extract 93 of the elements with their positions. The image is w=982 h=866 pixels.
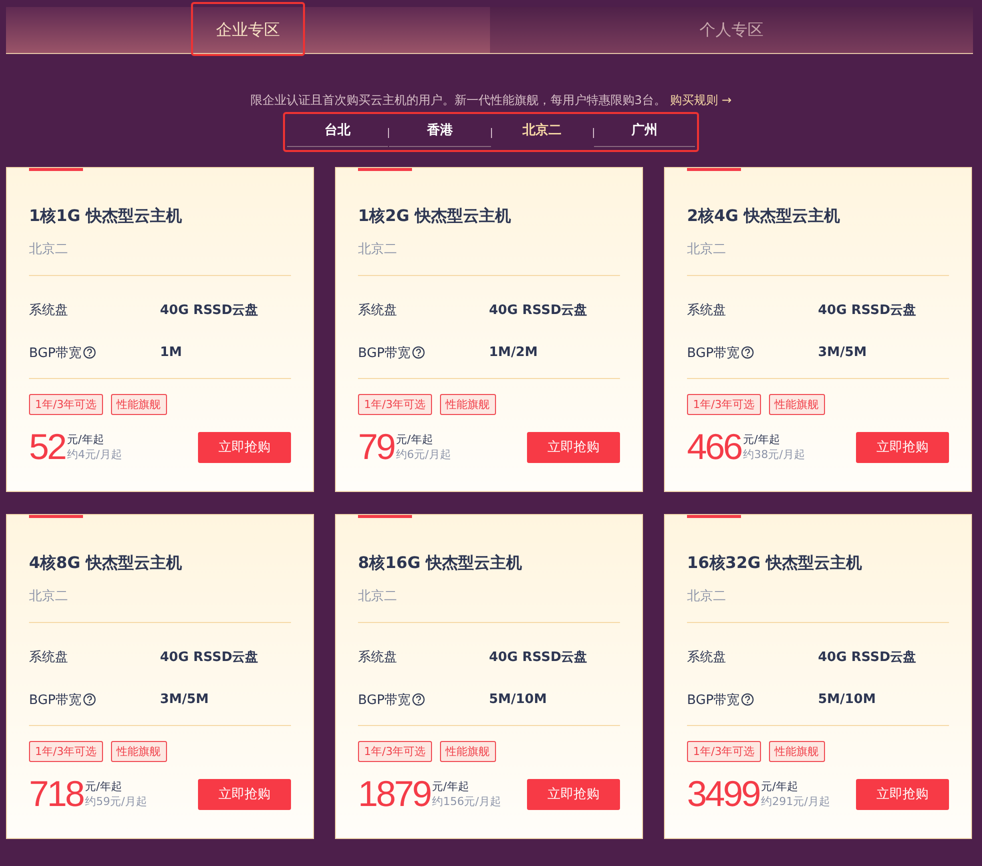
spec-label: BGP带宽 xyxy=(687,692,740,708)
monthly-price: 约4元/月起 xyxy=(67,447,122,462)
monthly-price: 约59元/月起 xyxy=(85,794,147,809)
help-icon[interactable] xyxy=(740,693,754,706)
spec-value: 40G RSSD云盘 xyxy=(489,302,588,318)
accent-bar xyxy=(358,168,412,171)
tag: 1年/3年可选 xyxy=(29,741,103,762)
spec-label: 系统盘 xyxy=(687,648,726,666)
location-text: 北京二 xyxy=(29,588,69,605)
buy-button[interactable]: 立即抢购 xyxy=(527,778,620,810)
spec-label: 系统盘 xyxy=(358,648,397,666)
region-tab[interactable]: 台北 xyxy=(287,119,388,147)
accent-bar xyxy=(358,515,412,518)
tag: 性能旗舰 xyxy=(110,394,167,415)
price-unit: 元/年起 xyxy=(761,779,799,794)
tag: 1年/3年可选 xyxy=(358,394,432,415)
accent-bar xyxy=(687,168,741,171)
price-unit: 元/年起 xyxy=(67,432,105,447)
buy-button[interactable]: 立即抢购 xyxy=(856,432,949,462)
location-text: 北京二 xyxy=(29,241,69,258)
product-title: 8核16G 快杰型云主机 xyxy=(358,553,524,574)
product-title: 1核1G 快杰型云主机 xyxy=(29,206,183,227)
spec-label: BGP带宽 xyxy=(29,692,82,708)
spec-label: BGP带宽 xyxy=(358,344,411,362)
product-title: 16核32G 快杰型云主机 xyxy=(687,553,864,574)
spec-label: 系统盘 xyxy=(358,302,397,318)
spec-label: BGP带宽 xyxy=(358,692,411,708)
zone-tab[interactable]: 企业专区 xyxy=(6,7,490,53)
product-title: 1核2G 快杰型云主机 xyxy=(358,206,512,227)
spec-value: 40G RSSD云盘 xyxy=(818,648,916,666)
price: 79 xyxy=(358,427,394,467)
notice-text: 限企业认证且首次购买云主机的用户。新一代性能旗舰，每用户特惠限购3台。 xyxy=(250,93,666,107)
tag: 性能旗舰 xyxy=(440,741,496,762)
spec-value: 40G RSSD云盘 xyxy=(160,648,258,666)
tag: 1年/3年可选 xyxy=(687,741,761,762)
region-tab[interactable]: 广州 xyxy=(594,119,695,147)
tag: 1年/3年可选 xyxy=(687,394,761,415)
accent-bar xyxy=(687,515,741,518)
region-tab[interactable]: 北京二 xyxy=(492,119,593,147)
spec-label: BGP带宽 xyxy=(29,344,82,362)
spec-value: 3M/5M xyxy=(160,692,209,707)
spec-label: BGP带宽 xyxy=(687,344,740,362)
product-title: 2核4G 快杰型云主机 xyxy=(687,206,841,227)
buy-button[interactable]: 立即抢购 xyxy=(527,432,620,462)
help-icon[interactable] xyxy=(412,346,425,359)
monthly-price: 约291元/月起 xyxy=(761,794,830,809)
monthly-price: 约38元/月起 xyxy=(743,447,805,462)
accent-bar xyxy=(29,168,83,171)
location-text: 北京二 xyxy=(358,588,398,605)
tag: 性能旗舰 xyxy=(440,394,496,415)
spec-value: 5M/10M xyxy=(818,692,876,707)
accent-bar xyxy=(29,515,83,518)
spec-value: 40G RSSD云盘 xyxy=(489,648,588,666)
help-icon[interactable] xyxy=(82,693,96,706)
location-text: 北京二 xyxy=(687,241,727,258)
spec-value: 3M/5M xyxy=(818,345,867,360)
spec-value: 40G RSSD云盘 xyxy=(160,302,258,318)
product-title: 4核8G 快杰型云主机 xyxy=(29,553,183,574)
price-unit: 元/年起 xyxy=(432,779,470,794)
location-text: 北京二 xyxy=(358,241,398,258)
price: 1879 xyxy=(358,774,430,814)
tag: 1年/3年可选 xyxy=(358,741,432,762)
price-unit: 元/年起 xyxy=(396,432,434,447)
monthly-price: 约156元/月起 xyxy=(432,794,501,809)
price-unit: 元/年起 xyxy=(85,779,123,794)
spec-value: 5M/10M xyxy=(489,692,547,707)
spec-label: 系统盘 xyxy=(687,302,726,318)
spec-label: 系统盘 xyxy=(29,648,68,666)
price: 718 xyxy=(29,774,84,814)
location-text: 北京二 xyxy=(687,588,727,605)
zone-tab[interactable]: 个人专区 xyxy=(490,7,973,53)
help-icon[interactable] xyxy=(740,346,754,359)
price: 466 xyxy=(687,427,742,467)
tag: 性能旗舰 xyxy=(110,741,167,762)
buy-button[interactable]: 立即抢购 xyxy=(198,778,291,810)
monthly-price: 约6元/月起 xyxy=(396,447,451,462)
spec-value: 40G RSSD云盘 xyxy=(818,302,916,318)
arrow-icon: → xyxy=(722,93,732,107)
region-tab[interactable]: 香港 xyxy=(389,119,490,147)
price: 3499 xyxy=(687,774,760,814)
price-unit: 元/年起 xyxy=(743,432,781,447)
spec-value: 1M xyxy=(160,345,182,360)
tag: 性能旗舰 xyxy=(768,394,825,415)
tag: 1年/3年可选 xyxy=(29,394,103,415)
tag: 性能旗舰 xyxy=(768,741,825,762)
spec-label: 系统盘 xyxy=(29,302,68,318)
buy-button[interactable]: 立即抢购 xyxy=(198,432,291,462)
rules-link[interactable]: 购买规则 xyxy=(670,93,718,107)
help-icon[interactable] xyxy=(412,693,425,706)
spec-value: 1M/2M xyxy=(489,345,538,360)
help-icon[interactable] xyxy=(82,346,96,359)
buy-button[interactable]: 立即抢购 xyxy=(856,778,949,810)
price: 52 xyxy=(29,427,66,467)
